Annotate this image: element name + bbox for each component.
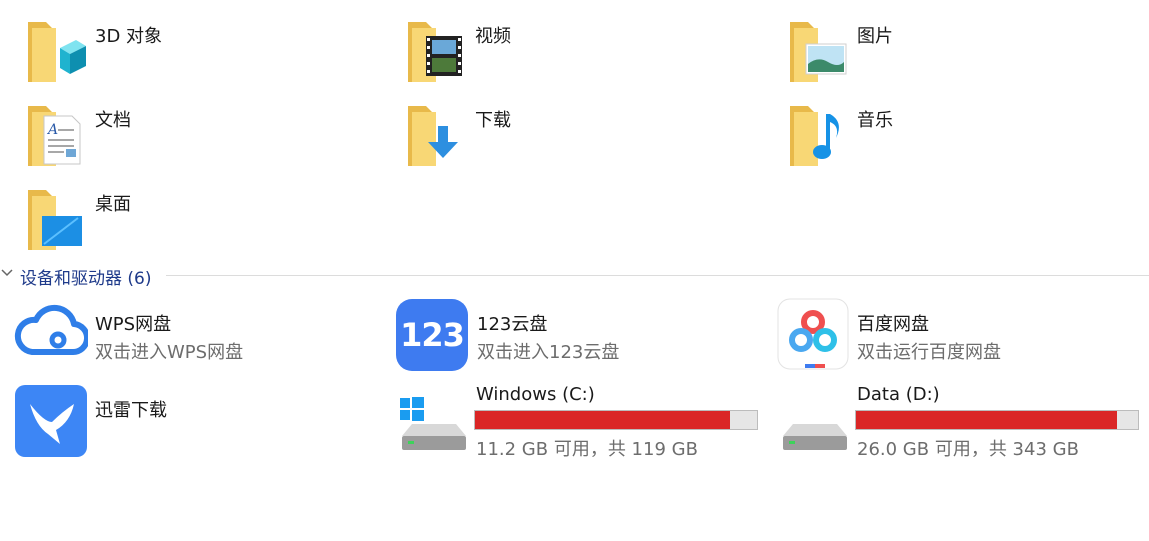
device-subtitle: 双击进入123云盘 — [477, 342, 620, 363]
device-baidu-netdisk[interactable]: 百度网盘 双击运行百度网盘 — [775, 296, 1145, 372]
folder-label: 文档 — [95, 110, 131, 131]
section-title: 设备和驱动器 (6) — [20, 269, 152, 289]
drive-name: Windows (C:) — [476, 384, 595, 405]
folder-label: 下载 — [475, 110, 511, 131]
folder-desktop[interactable]: 桌面 — [20, 178, 380, 256]
desktop-icon — [28, 190, 82, 250]
drive-info: 26.0 GB 可用，共 343 GB — [857, 439, 1079, 460]
device-subtitle: 双击运行百度网盘 — [857, 342, 1001, 363]
device-name: 迅雷下载 — [95, 400, 167, 421]
folder-label: 图片 — [857, 26, 893, 47]
folder-videos[interactable]: 视频 — [400, 10, 760, 88]
drive-name: Data (D:) — [857, 384, 940, 405]
folder-label: 音乐 — [857, 110, 893, 131]
downloads-icon — [408, 106, 458, 166]
pictures-icon — [790, 22, 847, 82]
device-name: 百度网盘 — [857, 314, 929, 335]
folder-downloads[interactable]: 下载 — [400, 94, 760, 172]
3d-objects-icon — [28, 22, 86, 82]
folder-label: 视频 — [475, 26, 511, 47]
videos-icon — [408, 22, 462, 82]
hard-drive-icon — [783, 424, 847, 450]
drive-usage-bar — [855, 410, 1139, 430]
device-subtitle: 双击进入WPS网盘 — [95, 342, 244, 363]
svg-text:A: A — [46, 122, 58, 138]
xunlei-icon — [15, 385, 87, 457]
documents-icon: A — [28, 106, 81, 166]
drive-usage-fill — [856, 411, 1117, 429]
windows-drive-icon — [400, 397, 466, 450]
device-123-cloud[interactable]: 123 123云盘 双击进入123云盘 — [394, 296, 764, 372]
drive-usage-fill — [475, 411, 731, 429]
folder-label: 桌面 — [95, 194, 131, 215]
device-wps-cloud[interactable]: WPS网盘 双击进入WPS网盘 — [12, 296, 382, 372]
folder-pictures[interactable]: 图片 — [782, 10, 1142, 88]
section-divider — [166, 275, 1149, 276]
123-cloud-icon: 123 — [396, 299, 468, 371]
wps-cloud-icon — [14, 304, 88, 356]
folder-music[interactable]: 音乐 — [782, 94, 1142, 172]
devices-section-header[interactable]: 设备和驱动器 (6) — [0, 262, 1149, 290]
drive-d[interactable]: Data (D:) 26.0 GB 可用，共 343 GB — [775, 380, 1145, 464]
baidu-netdisk-icon — [777, 298, 849, 370]
music-icon — [790, 106, 839, 166]
device-name: WPS网盘 — [95, 314, 172, 335]
device-name: 123云盘 — [477, 314, 548, 335]
folder-label: 3D 对象 — [95, 26, 163, 47]
drive-info: 11.2 GB 可用，共 119 GB — [476, 439, 698, 460]
folder-3d-objects[interactable]: 3D 对象 — [20, 10, 380, 88]
device-xunlei[interactable]: 迅雷下载 — [12, 380, 382, 460]
chevron-down-icon — [1, 269, 13, 277]
folder-documents[interactable]: A 文档 — [20, 94, 380, 172]
drive-usage-bar — [474, 410, 758, 430]
drive-c[interactable]: Windows (C:) 11.2 GB 可用，共 119 GB — [394, 380, 764, 464]
